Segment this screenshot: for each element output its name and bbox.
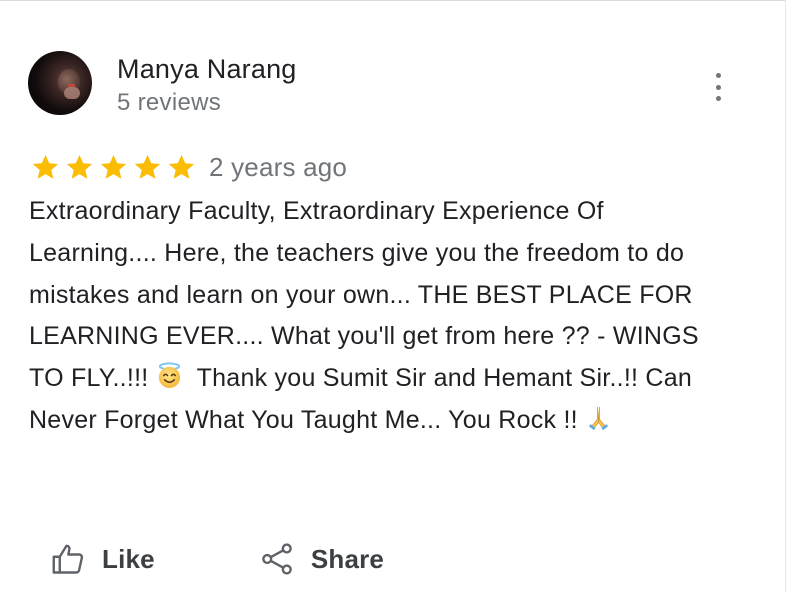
review-actions: Like Share: [50, 537, 384, 581]
more-vert-icon-dot: [715, 96, 721, 101]
share-button[interactable]: Share: [259, 541, 384, 577]
like-button[interactable]: Like: [50, 541, 155, 577]
review-text: Extraordinary Faculty, Extraordinary Exp…: [29, 191, 739, 442]
thumb-up-icon: [52, 544, 84, 574]
reviewer-review-count[interactable]: 5 reviews: [117, 88, 221, 118]
star-icon: [64, 152, 95, 183]
folded-hands-icon: [585, 404, 612, 431]
rating-row: 2 years ago: [30, 149, 347, 185]
avatar-hand: [64, 87, 80, 99]
star-icon: [132, 152, 163, 183]
smiling-face-with-halo-icon: [156, 362, 183, 389]
star-icon: [166, 152, 197, 183]
review-text-part: Extraordinary Faculty, Extraordinary Exp…: [29, 197, 706, 393]
share-icon: [261, 543, 292, 575]
more-vert-icon-dot: [715, 84, 721, 90]
star-icon: [30, 152, 61, 183]
review-time: 2 years ago: [209, 152, 348, 182]
more-vert-icon-dot: [715, 73, 721, 78]
more-options-button[interactable]: [706, 71, 730, 103]
review-card: Manya Narang 5 reviews 2 years ago Extra…: [0, 0, 786, 592]
share-label: Share: [310, 543, 385, 574]
like-label: Like: [102, 543, 155, 574]
star-icon: [98, 152, 129, 183]
star-rating: [30, 152, 197, 183]
reviewer-name[interactable]: Manya Narang: [117, 54, 297, 84]
avatar[interactable]: [28, 51, 92, 115]
